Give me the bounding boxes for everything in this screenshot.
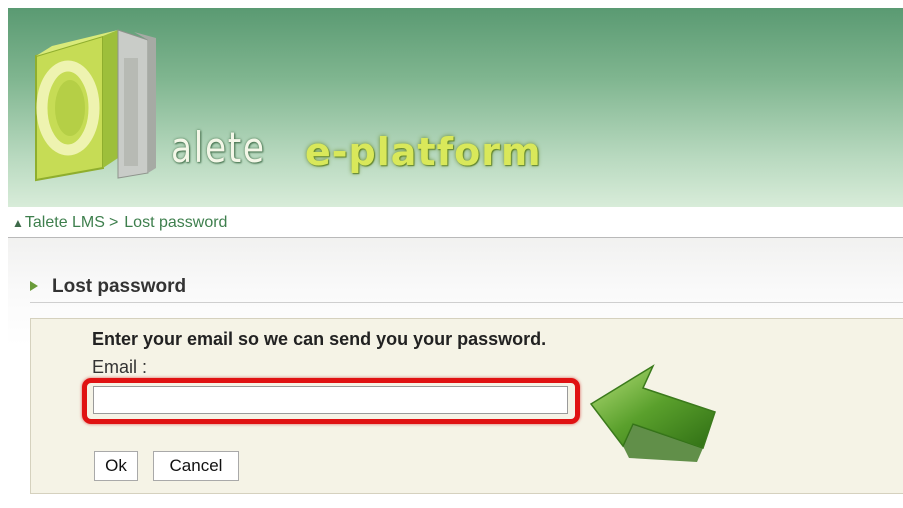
home-icon: ▲ [12, 216, 24, 230]
breadcrumb-separator: > [108, 214, 119, 231]
header-banner: alete e-platform [8, 8, 903, 207]
cancel-button[interactable]: Cancel [153, 451, 239, 481]
form-instruction: Enter your email so we can send you your… [92, 329, 547, 349]
breadcrumb-home-link[interactable]: Talete LMS [25, 214, 105, 231]
email-input[interactable] [93, 386, 568, 414]
wordmark-text: alete [171, 123, 266, 172]
product-name: e-platform [305, 130, 542, 174]
email-label: Email : [92, 357, 148, 377]
breadcrumb-current[interactable]: Lost password [124, 214, 227, 231]
breadcrumb: ▲Talete LMS > Lost password [12, 210, 903, 236]
triangle-bullet-icon [30, 281, 38, 291]
pointer-arrow-icon [589, 364, 716, 462]
section-header: Lost password [30, 276, 903, 303]
section-title: Lost password [52, 276, 187, 297]
talete-logo-icon [35, 29, 156, 182]
ok-button[interactable]: Ok [94, 451, 138, 481]
